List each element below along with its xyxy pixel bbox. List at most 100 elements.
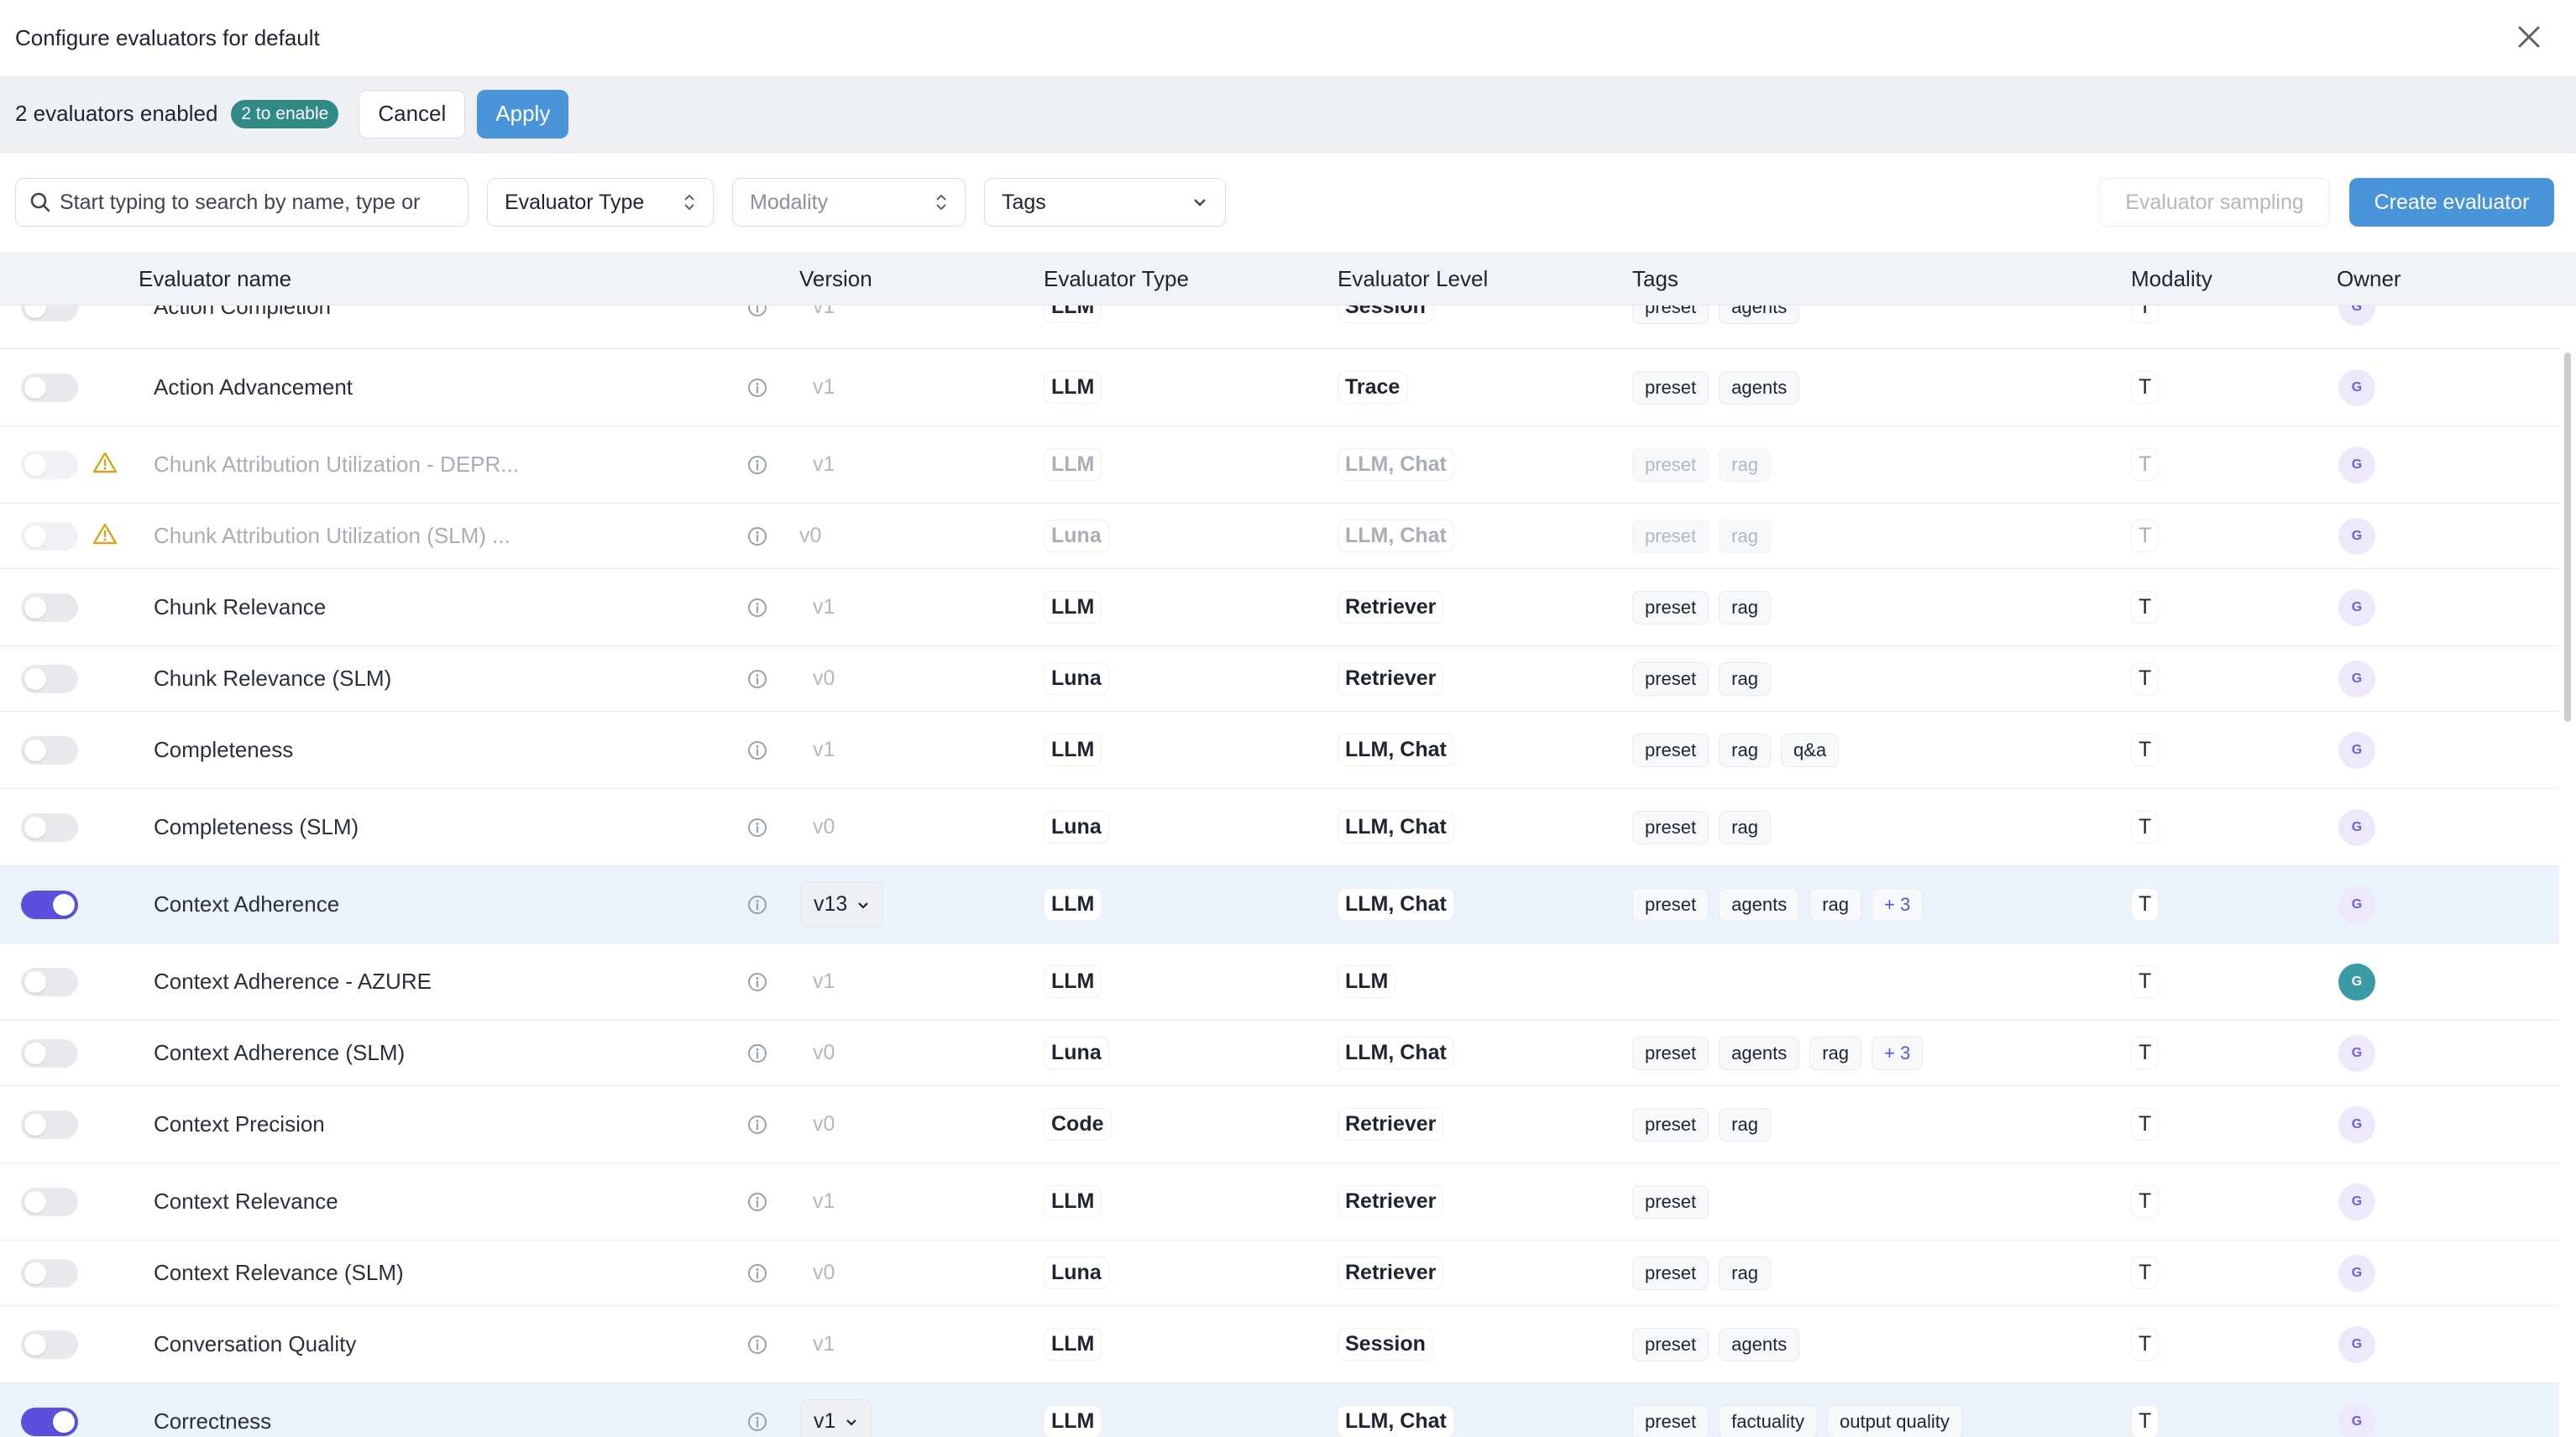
info-icon[interactable] xyxy=(746,817,768,839)
tags-select[interactable]: Tags xyxy=(984,178,1226,227)
info-icon[interactable] xyxy=(746,454,768,476)
table-row[interactable]: Context Adherence v13 LLM LLM, Chat preset ag… xyxy=(0,866,2559,943)
evaluator-name[interactable]: Chunk Attribution Utilization - DEPR... xyxy=(154,426,519,503)
table-row[interactable]: Chunk Attribution Utilization (SLM) ... v… xyxy=(0,504,2559,569)
enable-toggle[interactable] xyxy=(21,813,78,842)
search-input[interactable] xyxy=(60,190,454,215)
enable-toggle[interactable] xyxy=(21,735,78,765)
more-tags-badge[interactable]: + 3 xyxy=(1872,1036,1924,1070)
evaluator-name[interactable]: Correctness xyxy=(154,1383,271,1437)
table-row[interactable]: Chunk Relevance v1 LLM Retriever preset rag T G… xyxy=(0,569,2559,646)
info-icon[interactable] xyxy=(746,1334,768,1356)
close-icon[interactable] xyxy=(2511,18,2547,55)
cancel-button[interactable]: Cancel xyxy=(359,89,466,138)
evaluator-name[interactable]: Conversation Quality xyxy=(154,1306,356,1382)
table-row[interactable]: Context Relevance (SLM) v0 Luna Retriever pr… xyxy=(0,1241,2559,1306)
evaluator-name[interactable]: Chunk Attribution Utilization (SLM) ... xyxy=(154,504,510,568)
evaluator-name[interactable]: Context Precision xyxy=(154,1086,325,1163)
more-options-icon[interactable]: ⋮ xyxy=(2554,593,2559,621)
scrollbar[interactable] xyxy=(2564,353,2571,722)
info-icon[interactable] xyxy=(746,1114,768,1136)
more-options-icon[interactable]: ⋮ xyxy=(2554,813,2559,841)
evaluator-sampling-button[interactable]: Evaluator sampling xyxy=(2099,178,2330,227)
enable-toggle[interactable] xyxy=(21,1038,78,1068)
evaluator-name[interactable]: Completeness xyxy=(154,712,293,788)
table-row[interactable]: Context Relevance v1 LLM Retriever preset T G ⋮ xyxy=(0,1163,2559,1241)
info-icon[interactable] xyxy=(746,1191,768,1213)
enable-toggle[interactable] xyxy=(21,1407,78,1436)
more-options-icon[interactable]: ⋮ xyxy=(2554,1110,2559,1138)
column-header-tags[interactable]: Tags xyxy=(1632,252,1678,306)
search-box[interactable] xyxy=(15,178,469,227)
column-header-modality[interactable]: Modality xyxy=(2131,252,2212,306)
enable-toggle[interactable] xyxy=(21,890,78,919)
create-evaluator-button[interactable]: Create evaluator xyxy=(2349,178,2554,227)
more-options-icon[interactable]: ⋮ xyxy=(2554,306,2559,321)
table-row[interactable]: Conversation Quality v1 LLM Session preset ag… xyxy=(0,1306,2559,1383)
column-header-type[interactable]: Evaluator Type xyxy=(1044,252,1189,306)
evaluator-name[interactable]: Action Completion xyxy=(154,306,331,348)
more-options-icon[interactable]: ⋮ xyxy=(2554,1330,2559,1358)
version-dropdown[interactable]: v1 xyxy=(801,1398,872,1437)
modality-select[interactable]: Modality xyxy=(732,178,966,227)
table-row[interactable]: Context Precision v0 Code Retriever preset ra… xyxy=(0,1086,2559,1163)
info-icon[interactable] xyxy=(746,525,768,547)
more-options-icon[interactable]: ⋮ xyxy=(2554,665,2559,692)
more-options-icon[interactable]: ⋮ xyxy=(2554,968,2559,995)
more-options-icon[interactable]: ⋮ xyxy=(2554,891,2559,918)
column-header-level[interactable]: Evaluator Level xyxy=(1338,252,1488,306)
evaluator-name[interactable]: Context Relevance (SLM) xyxy=(154,1241,404,1305)
more-options-icon[interactable]: ⋮ xyxy=(2554,522,2559,550)
info-icon[interactable] xyxy=(746,1262,768,1284)
enable-toggle[interactable] xyxy=(21,521,78,551)
table-row[interactable]: Completeness (SLM) v0 Luna LLM, Chat preset r… xyxy=(0,789,2559,866)
table-row[interactable]: Action Advancement v1 LLM Trace preset agents… xyxy=(0,349,2559,426)
info-icon[interactable] xyxy=(746,597,768,619)
table-row[interactable]: Chunk Attribution Utilization - DEPR... v… xyxy=(0,426,2559,504)
more-options-icon[interactable]: ⋮ xyxy=(2554,1039,2559,1067)
info-icon[interactable] xyxy=(746,1042,768,1064)
table-row[interactable]: Chunk Relevance (SLM) v0 Luna Retriever pres… xyxy=(0,646,2559,712)
info-icon[interactable] xyxy=(746,971,768,993)
evaluator-name[interactable]: Action Advancement xyxy=(154,349,353,426)
evaluator-name[interactable]: Context Adherence xyxy=(154,866,339,943)
table-row[interactable]: Context Adherence - AZURE v1 LLM LLM T G ⋮ xyxy=(0,943,2559,1021)
enable-toggle[interactable] xyxy=(21,1110,78,1139)
evaluator-name[interactable]: Context Adherence - AZURE xyxy=(154,943,432,1020)
info-icon[interactable] xyxy=(746,739,768,761)
more-tags-badge[interactable]: + 3 xyxy=(1872,887,1924,922)
evaluator-name[interactable]: Context Relevance xyxy=(154,1163,338,1240)
info-icon[interactable] xyxy=(746,1411,768,1433)
more-options-icon[interactable]: ⋮ xyxy=(2554,1408,2559,1435)
enable-toggle[interactable] xyxy=(21,664,78,693)
table-row[interactable]: Correctness v1 LLM LLM, Chat preset factualit… xyxy=(0,1383,2559,1437)
enable-toggle[interactable] xyxy=(21,1330,78,1359)
table-row[interactable]: Completeness v1 LLM LLM, Chat preset rag q&a T G… xyxy=(0,712,2559,789)
info-icon[interactable] xyxy=(746,668,768,690)
enable-toggle[interactable] xyxy=(21,1187,78,1216)
apply-button[interactable]: Apply xyxy=(477,89,569,138)
info-icon[interactable] xyxy=(746,306,768,318)
column-header-version[interactable]: Version xyxy=(799,252,872,306)
evaluator-type-select[interactable]: Evaluator Type xyxy=(487,178,714,227)
enable-toggle[interactable] xyxy=(21,373,78,402)
table-row[interactable]: Context Adherence (SLM) v0 Luna LLM, Chat pr… xyxy=(0,1021,2559,1086)
evaluator-name[interactable]: Chunk Relevance (SLM) xyxy=(154,646,391,711)
more-options-icon[interactable]: ⋮ xyxy=(2554,1259,2559,1287)
enable-toggle[interactable] xyxy=(21,306,78,321)
enable-toggle[interactable] xyxy=(21,1258,78,1288)
version-dropdown[interactable]: v13 xyxy=(801,881,884,928)
column-header-owner[interactable]: Owner xyxy=(2337,252,2401,306)
evaluator-name[interactable]: Completeness (SLM) xyxy=(154,789,359,865)
enable-toggle[interactable] xyxy=(21,450,78,479)
enable-toggle[interactable] xyxy=(21,967,78,996)
enable-toggle[interactable] xyxy=(21,593,78,622)
column-header-name[interactable]: Evaluator name xyxy=(139,252,291,306)
more-options-icon[interactable]: ⋮ xyxy=(2554,736,2559,764)
table-row[interactable]: Action Completion v1 LLM Session preset agent… xyxy=(0,306,2559,349)
more-options-icon[interactable]: ⋮ xyxy=(2554,451,2559,478)
info-icon[interactable] xyxy=(746,377,768,399)
evaluator-name[interactable]: Chunk Relevance xyxy=(154,569,326,645)
more-options-icon[interactable]: ⋮ xyxy=(2554,374,2559,401)
more-options-icon[interactable]: ⋮ xyxy=(2554,1188,2559,1215)
